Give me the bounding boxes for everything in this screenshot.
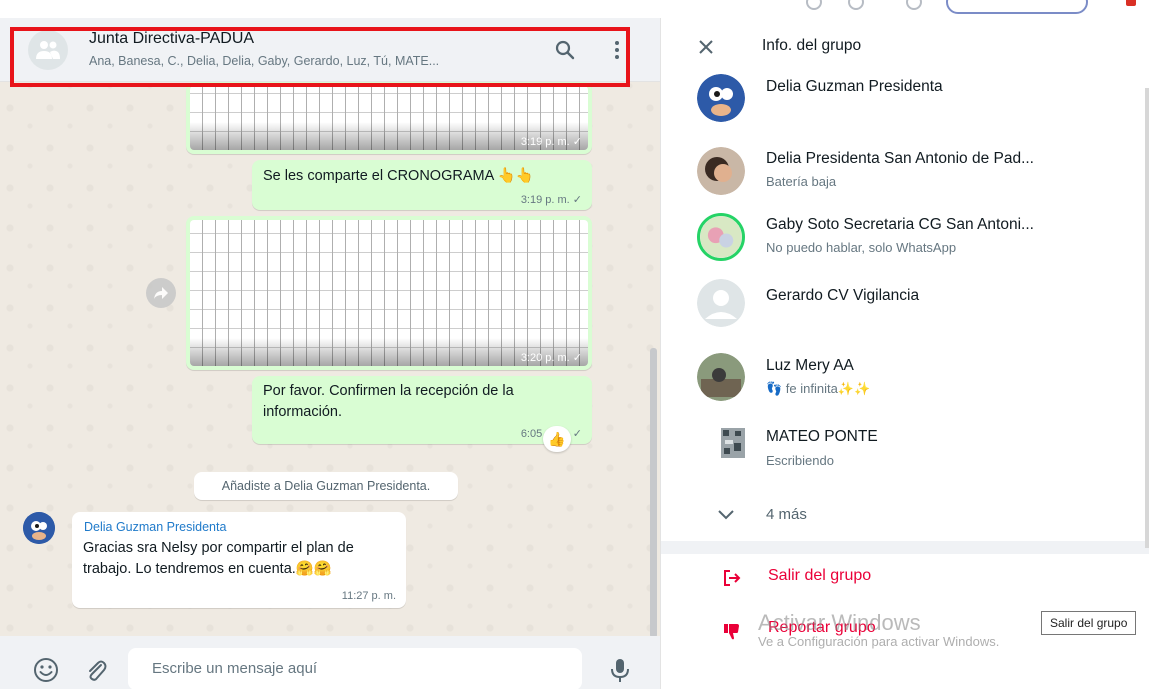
avatar-image	[697, 147, 745, 195]
exit-icon	[724, 570, 741, 586]
tooltip: Salir del grupo	[1041, 611, 1137, 635]
member-status: Escribiendo	[766, 453, 834, 468]
exit-group-label: Salir del grupo	[768, 567, 872, 584]
message-time: 3:19 p. m. ✓	[520, 194, 582, 206]
member-avatar[interactable]	[697, 147, 745, 195]
emoji-icon[interactable]	[33, 657, 59, 683]
message-composer: Escribe un mensaje aquí	[0, 636, 660, 689]
member-avatar[interactable]	[697, 279, 745, 327]
member-status: 👣 fe infinita✨✨	[766, 381, 871, 396]
member-name: Luz Mery AA	[766, 357, 854, 374]
schedule-image[interactable]	[190, 220, 588, 366]
attach-icon[interactable]	[83, 657, 109, 683]
browser-button[interactable]	[906, 0, 922, 10]
message-text: Gracias sra Nelsy por compartir el plan …	[83, 540, 354, 577]
member-avatar[interactable]	[697, 353, 745, 401]
outgoing-message[interactable]: Se les comparte el CRONOGRAMA 👆👆 3:19 p.…	[252, 160, 592, 210]
menu-dots-icon[interactable]	[605, 38, 629, 62]
info-header: Info. del grupo	[661, 18, 1149, 74]
section-divider	[661, 541, 1149, 554]
member-item[interactable]: Gerardo CV Vigilancia	[661, 270, 1141, 336]
member-avatar[interactable]	[697, 213, 745, 261]
member-name: Delia Presidenta San Antonio de Pad...	[766, 150, 1034, 167]
avatar-image	[697, 353, 745, 401]
browser-top-strip	[0, 0, 1149, 18]
message-time: 3:20 p. m. ✓	[520, 352, 582, 364]
member-status: No puedo hablar, solo WhatsApp	[766, 240, 957, 255]
member-name: Delia Guzman Presidenta	[766, 78, 943, 95]
incoming-message[interactable]: Delia Guzman Presidenta Gracias sra Nels…	[72, 512, 406, 608]
close-icon[interactable]	[697, 38, 715, 56]
member-avatar[interactable]	[697, 74, 745, 122]
message-text: Se les comparte el CRONOGRAMA 👆👆	[263, 168, 534, 184]
info-title: Info. del grupo	[762, 37, 862, 54]
avatar-image	[697, 74, 745, 122]
forward-button[interactable]	[146, 278, 176, 308]
member-item[interactable]: Delia Presidenta San Antonio de Pad... B…	[661, 138, 1141, 204]
member-item[interactable]: MATEO PONTE Escribiendo	[661, 420, 1141, 486]
browser-button[interactable]	[848, 0, 864, 10]
report-group-label: Reportar grupo	[768, 619, 876, 636]
member-item[interactable]: Luz Mery AA 👣 fe infinita✨✨	[661, 348, 1141, 414]
group-icon	[36, 41, 60, 59]
search-icon[interactable]	[553, 38, 577, 62]
message-time: 11:27 p. m.	[341, 590, 396, 602]
browser-alert-icon[interactable]	[1126, 0, 1136, 6]
member-name: Gerardo CV Vigilancia	[766, 287, 920, 304]
sender-name[interactable]: Delia Guzman Presidenta	[84, 520, 226, 534]
browser-profile-pill[interactable]	[946, 0, 1088, 14]
member-avatar[interactable]	[721, 428, 745, 458]
image-message[interactable]: 3:20 p. m. ✓	[186, 216, 592, 370]
outgoing-message[interactable]: Por favor. Confirmen la recepción de la …	[252, 376, 592, 444]
chat-header[interactable]: Junta Directiva-PADUA Ana, Banesa, C., D…	[0, 18, 660, 82]
message-time: 3:19 p. m. ✓	[520, 136, 582, 148]
member-status: Batería baja	[766, 174, 837, 189]
avatar-image	[700, 216, 742, 258]
avatar-image	[23, 512, 55, 544]
whatsapp-web-window: Junta Directiva-PADUA Ana, Banesa, C., D…	[0, 0, 1149, 689]
message-input-placeholder: Escribe un mensaje aquí	[152, 660, 318, 677]
group-info-panel: Info. del grupo Delia Guzman Presidenta	[660, 18, 1149, 689]
group-name[interactable]: Junta Directiva-PADUA	[89, 30, 254, 48]
view-more-members[interactable]: 4 más	[661, 498, 1141, 534]
browser-button[interactable]	[806, 0, 822, 10]
chevron-down-icon	[718, 510, 734, 520]
chat-scrollbar[interactable]	[650, 348, 657, 638]
sender-avatar[interactable]	[23, 512, 55, 544]
member-item[interactable]: Delia Guzman Presidenta	[661, 74, 1141, 140]
default-avatar-icon	[697, 279, 745, 327]
group-members-list: Ana, Banesa, C., Delia, Delia, Gaby, Ger…	[89, 54, 440, 68]
more-members-label: 4 más	[766, 506, 807, 523]
message-input[interactable]: Escribe un mensaje aquí	[128, 648, 582, 689]
message-text: Por favor. Confirmen la recepción de la …	[263, 383, 514, 420]
reaction-badge[interactable]: 👍	[543, 426, 571, 452]
system-notice: Añadiste a Delia Guzman Presidenta.	[194, 472, 458, 500]
member-item[interactable]: Gaby Soto Secretaria CG San Antoni... No…	[661, 204, 1141, 270]
member-name: MATEO PONTE	[766, 428, 878, 445]
image-message[interactable]: 3:19 p. m. ✓	[186, 82, 592, 154]
group-avatar[interactable]	[28, 30, 68, 70]
member-name: Gaby Soto Secretaria CG San Antoni...	[766, 216, 1034, 233]
exit-group-button[interactable]: Salir del grupo	[661, 554, 1149, 602]
microphone-icon[interactable]	[607, 657, 633, 683]
thumbs-down-icon	[724, 624, 739, 640]
chat-pane: Junta Directiva-PADUA Ana, Banesa, C., D…	[0, 18, 660, 689]
info-scrollbar[interactable]	[1145, 88, 1149, 548]
qr-avatar-icon	[721, 428, 745, 458]
forward-icon	[154, 287, 168, 299]
